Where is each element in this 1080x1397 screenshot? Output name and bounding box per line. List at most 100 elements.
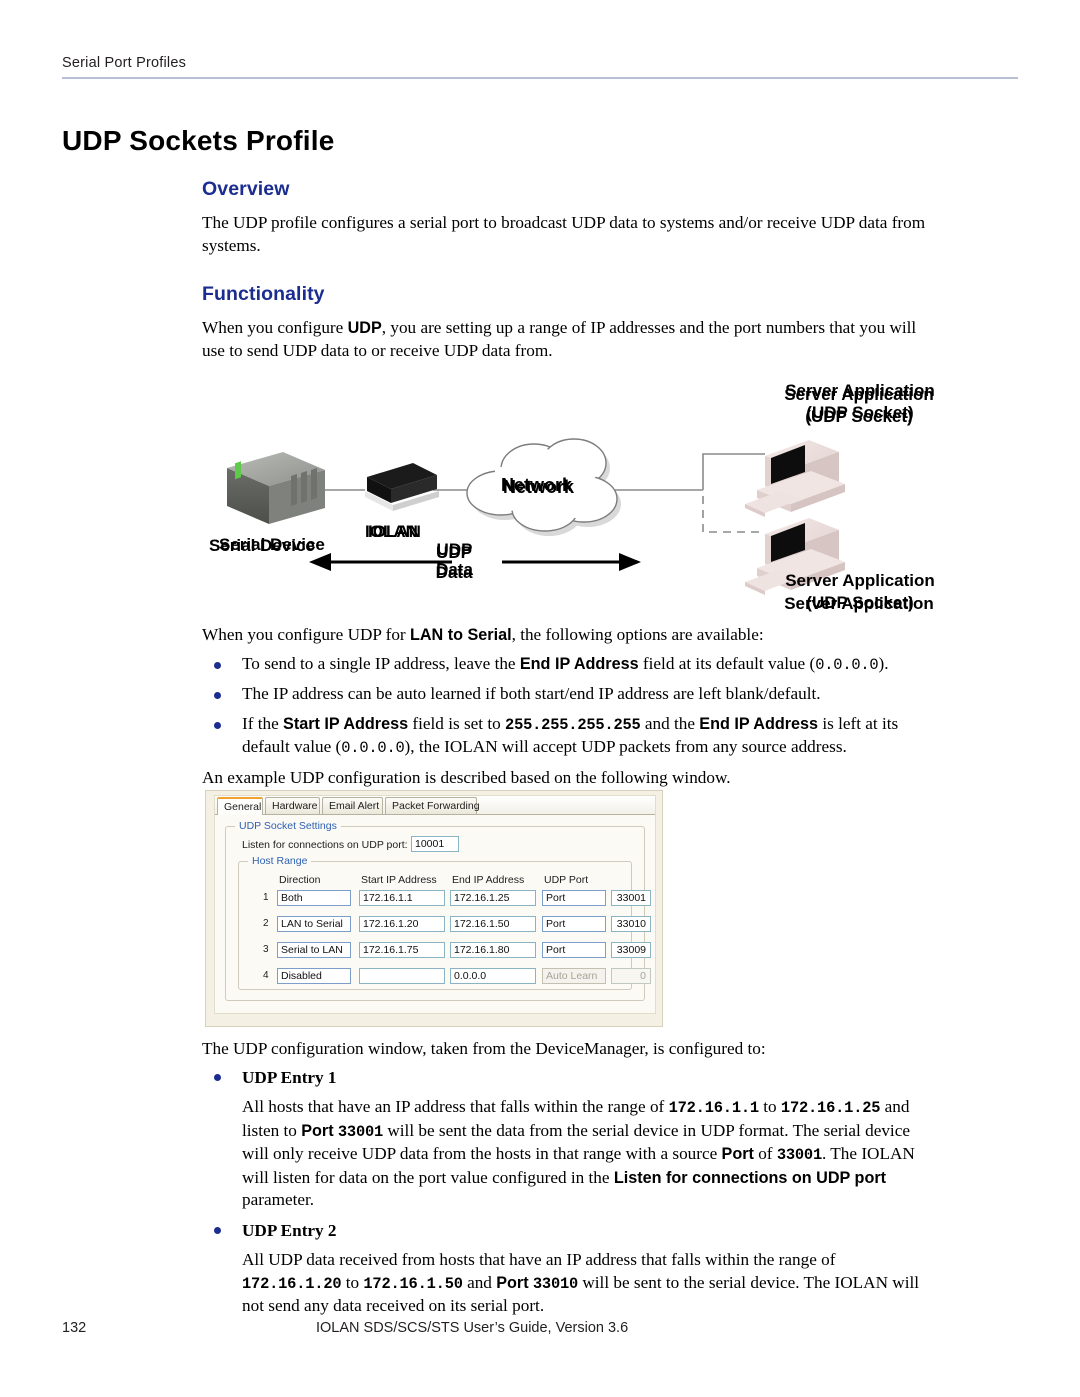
tab-packet-forwarding[interactable]: Packet Forwarding (385, 797, 480, 814)
iolan-icon (365, 463, 439, 511)
e1-bold3: Listen for connections on UDP port (613, 1168, 887, 1187)
bullet-dot-icon (214, 721, 221, 729)
e2-code3: 33010 (532, 1274, 579, 1293)
b0-c: ). (878, 653, 889, 673)
e1-code3: 33001 (337, 1122, 384, 1141)
running-header-text: Serial Port Profiles (62, 55, 187, 71)
direction-select[interactable]: Both (277, 890, 351, 906)
row-number: 2 (263, 918, 269, 929)
end-ip-input[interactable]: 172.16.1.25 (450, 890, 536, 906)
b1-a: The IP address can be auto learned if bo… (242, 684, 821, 703)
bullet-dot-icon (214, 661, 221, 669)
network-diagram: Serial Device IOLAN Network UDP Data Ser… (205, 372, 1005, 617)
b0-code1: 0.0.0.0 (815, 655, 879, 674)
b2-code2: 0.0.0.0 (341, 739, 405, 757)
tab-general[interactable]: General (217, 797, 263, 815)
list-item: UDP Entry 2 (202, 1220, 932, 1243)
b2-bold2: End IP Address (699, 714, 819, 733)
server-top-label-1: Server Application (784, 385, 934, 404)
tab-email-alert[interactable]: Email Alert (322, 797, 383, 814)
b2-e: ), the IOLAN will accept UDP packets fro… (404, 737, 847, 756)
serial-device-label: Serial Device (219, 535, 325, 554)
list-item: UDP Entry 1 (202, 1067, 932, 1090)
arrow-right-head (619, 553, 641, 571)
e1-code1: 172.16.1.1 (668, 1099, 760, 1117)
list-item: If the Start IP Address field is set to … (202, 713, 932, 760)
b0-bold1: End IP Address (519, 654, 639, 673)
lts-bold: LAN to Serial (409, 626, 512, 644)
device-manager-panel: General Hardware Email Alert Packet Forw… (214, 795, 656, 1014)
e1-code2: 172.16.1.25 (780, 1099, 881, 1117)
listen-port-label: Listen for connections on UDP port: (242, 839, 408, 851)
b0-a: To send to a single IP address, leave th… (242, 653, 520, 673)
listen-port-input[interactable]: 10001 (411, 836, 459, 852)
udp-port-input[interactable]: 33001 (611, 890, 651, 906)
row-number: 4 (263, 970, 269, 981)
tab-hardware[interactable]: Hardware (265, 797, 320, 814)
udp-port-input[interactable]: 33009 (611, 942, 651, 958)
row-number: 1 (263, 892, 269, 903)
group-udp-socket-settings: UDP Socket Settings Listen for connectio… (225, 820, 651, 1001)
e1-code4: 33001 (776, 1146, 823, 1164)
serial-device-icon (227, 452, 325, 524)
example-line: An example UDP configuration is describe… (202, 767, 731, 787)
port-mode-select-disabled: Auto Learn (542, 968, 606, 984)
running-header: Serial Port Profiles (62, 55, 1018, 79)
column-header-direction: Direction (279, 874, 321, 886)
main-content: Overview The UDP profile configures a se… (202, 178, 932, 368)
b0-b: field at its default value ( (638, 653, 816, 673)
end-ip-input[interactable]: 172.16.1.50 (450, 916, 536, 932)
b2-code1: 255.255.255.255 (505, 715, 641, 734)
lts-a: When you configure UDP for (202, 625, 410, 644)
end-ip-input[interactable]: 172.16.1.80 (450, 942, 536, 958)
lan-to-serial-options: When you configure UDP for LAN to Serial… (202, 624, 932, 795)
e1-bold1: Port (301, 1121, 334, 1140)
udp-entry-1-title: UDP Entry 1 (242, 1067, 337, 1087)
page-title: UDP Sockets Profile (62, 125, 335, 156)
device-manager-screenshot[interactable]: General Hardware Email Alert Packet Forw… (205, 790, 663, 1027)
e2-b: to (341, 1272, 364, 1292)
udp-entry-2-title: UDP Entry 2 (242, 1220, 337, 1240)
column-header-start-ip: Start IP Address (361, 874, 437, 886)
header-rule (62, 77, 1018, 79)
server-application-bottom-icon (745, 518, 845, 595)
bullet-dot-icon (214, 692, 221, 699)
group-label-udp-socket-settings: UDP Socket Settings (235, 820, 341, 832)
port-mode-select[interactable]: Port (542, 916, 606, 932)
tab-bar: General Hardware Email Alert Packet Forw… (215, 796, 655, 815)
udp-port-input[interactable]: 33010 (611, 916, 651, 932)
direction-select[interactable]: Serial to LAN (277, 942, 351, 958)
udp-data-label-2: Data (436, 563, 473, 582)
group-label-host-range: Host Range (248, 855, 312, 867)
functionality-intro: When you configure UDP, you are setting … (202, 317, 932, 362)
list-item: The IP address can be auto learned if bo… (202, 683, 932, 706)
arrow-left-head (309, 553, 331, 571)
e1-b: to (758, 1097, 781, 1116)
column-header-udp-port: UDP Port (544, 874, 589, 886)
e2-code2: 172.16.1.50 (363, 1274, 463, 1293)
b2-a: If the (242, 713, 284, 733)
lts-b: , the following options are available: (511, 625, 764, 644)
udp-entry-1-body: All hosts that have an IP address that f… (202, 1096, 932, 1212)
port-mode-select[interactable]: Port (542, 890, 606, 906)
port-mode-select[interactable]: Port (542, 942, 606, 958)
start-ip-input[interactable] (359, 968, 445, 984)
direction-select[interactable]: LAN to Serial (277, 916, 351, 932)
udp-entry-2-list: UDP Entry 2 (202, 1220, 932, 1243)
start-ip-input[interactable]: 172.16.1.1 (359, 890, 445, 906)
row-number: 3 (263, 944, 269, 955)
start-ip-input[interactable]: 172.16.1.75 (359, 942, 445, 958)
e1-bold2: Port (721, 1145, 754, 1163)
e1-g: parameter. (242, 1190, 315, 1209)
udp-port-input-disabled: 0 (611, 968, 651, 984)
direction-select[interactable]: Disabled (277, 968, 351, 984)
end-ip-input[interactable]: 0.0.0.0 (450, 968, 536, 984)
column-header-end-ip: End IP Address (452, 874, 525, 886)
server-bottom-label-1: Server Application (784, 594, 934, 613)
e2-bold1: Port (496, 1273, 529, 1292)
e1-e: of (753, 1144, 777, 1163)
e2-c: and (462, 1272, 497, 1292)
bullet-dot-icon (214, 1073, 221, 1081)
config-lead: The UDP configuration window, taken from… (202, 1039, 766, 1058)
start-ip-input[interactable]: 172.16.1.20 (359, 916, 445, 932)
